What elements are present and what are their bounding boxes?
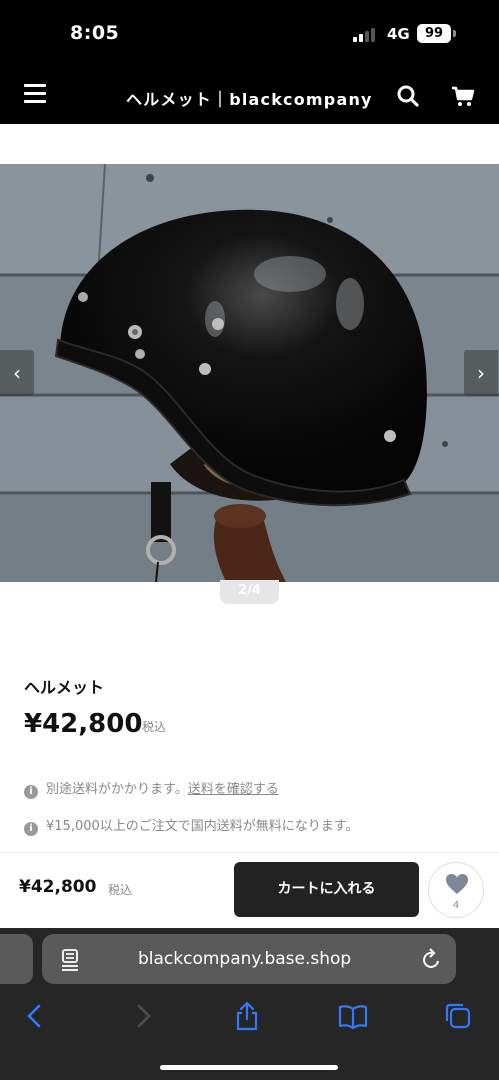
forward-icon[interactable] bbox=[128, 1001, 158, 1031]
status-time: 8:05 bbox=[70, 22, 120, 44]
like-button[interactable]: 4 bbox=[428, 862, 484, 918]
like-count: 4 bbox=[452, 900, 460, 911]
tabs-icon[interactable] bbox=[443, 1001, 473, 1031]
product-price: ¥42,800 bbox=[24, 709, 143, 739]
reload-icon[interactable] bbox=[422, 948, 442, 970]
page-title[interactable]: ヘルメット｜blackcompany bbox=[126, 86, 373, 110]
shipping-info: i 別途送料がかかります。送料を確認する bbox=[24, 778, 279, 799]
network-type: 4G bbox=[387, 25, 410, 43]
share-icon[interactable] bbox=[232, 1001, 262, 1031]
image-counter: 2/4 bbox=[220, 580, 279, 604]
shipping-link[interactable]: 送料を確認する bbox=[188, 782, 279, 797]
browser-chrome: blackcompany.base.shop bbox=[0, 928, 499, 1080]
product-image-slider[interactable] bbox=[0, 164, 499, 582]
page-menu-icon[interactable] bbox=[60, 949, 80, 971]
battery-icon: 99 bbox=[417, 24, 451, 43]
cellular-signal-icon bbox=[353, 28, 379, 42]
bookmarks-icon[interactable] bbox=[338, 1001, 368, 1031]
battery-tip bbox=[453, 30, 456, 37]
back-icon[interactable] bbox=[20, 1001, 50, 1031]
free-shipping-info: i ¥15,000以上のご注文で国内送料が無料になります。 bbox=[24, 815, 358, 836]
buy-bar-price: ¥42,800 bbox=[19, 877, 97, 897]
cart-icon[interactable] bbox=[451, 84, 475, 108]
buy-bar-tax-label: 税込 bbox=[108, 883, 133, 897]
purchase-bar: ¥42,800 税込 カートに入れる 4 bbox=[0, 852, 499, 928]
tax-label: 税込 bbox=[142, 720, 167, 734]
info-icon: i bbox=[24, 822, 38, 836]
shipping-note: 別途送料がかかります。 bbox=[46, 782, 188, 797]
chevron-right-icon: › bbox=[477, 361, 485, 385]
add-to-cart-button[interactable]: カートに入れる bbox=[234, 862, 419, 917]
previous-image-button[interactable]: ‹ bbox=[0, 350, 34, 396]
product-page: 8:05 4G 99 ヘルメット｜blackcompany ‹ › 2/4 ヘル… bbox=[0, 0, 499, 1080]
search-icon[interactable] bbox=[396, 84, 420, 108]
chevron-left-icon: ‹ bbox=[13, 361, 21, 385]
address-bar[interactable]: blackcompany.base.shop bbox=[42, 934, 456, 984]
previous-tab-preview[interactable] bbox=[0, 934, 33, 984]
next-image-button[interactable]: › bbox=[464, 350, 498, 396]
url-text[interactable]: blackcompany.base.shop bbox=[138, 949, 351, 969]
free-shipping-note: ¥15,000以上のご注文で国内送料が無料になります。 bbox=[46, 819, 359, 834]
menu-icon[interactable] bbox=[24, 84, 46, 104]
info-icon: i bbox=[24, 785, 38, 799]
home-indicator bbox=[160, 1065, 338, 1070]
product-name: ヘルメット bbox=[24, 678, 105, 697]
helmet-image bbox=[0, 164, 499, 582]
shop-header: 8:05 4G 99 ヘルメット｜blackcompany bbox=[0, 0, 499, 124]
heart-icon bbox=[446, 874, 468, 894]
